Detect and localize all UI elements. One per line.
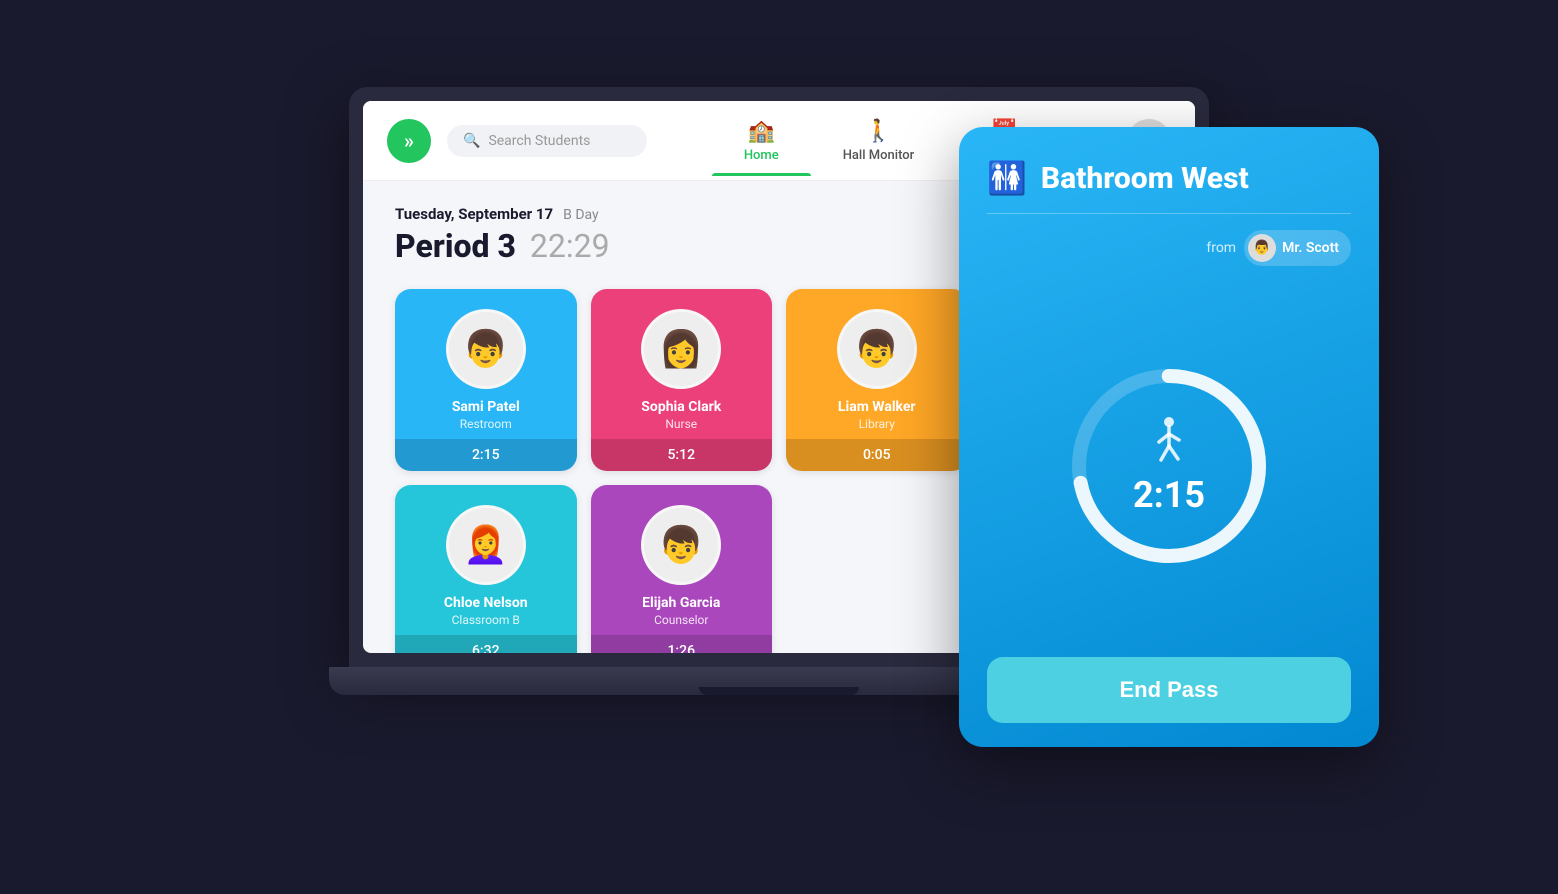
student-timer-elijah: 1:26 xyxy=(591,635,773,653)
pass-from-label: from xyxy=(1206,240,1236,256)
student-avatar-sami: 👦 xyxy=(446,309,526,389)
hall-monitor-tab-label: Hall Monitor xyxy=(843,148,915,163)
hall-monitor-tab-icon: 🚶 xyxy=(865,119,892,144)
timer-circle-container: 2:15 xyxy=(987,290,1351,641)
student-card-elijah[interactable]: 👦 Elijah Garcia Counselor 1:26 xyxy=(591,485,773,653)
student-location-chloe: Classroom B xyxy=(452,613,520,627)
date-label: Tuesday, September 17 xyxy=(395,205,553,223)
day-badge: B Day xyxy=(563,207,599,223)
student-avatar-chloe: 👩‍🦰 xyxy=(446,505,526,585)
scene: » 🔍 Search Students 🏫 Home xyxy=(179,47,1379,847)
bathroom-icon: 🚻 xyxy=(987,159,1027,197)
student-card-chloe[interactable]: 👩‍🦰 Chloe Nelson Classroom B 6:32 xyxy=(395,485,577,653)
pass-title: Bathroom West xyxy=(1041,161,1249,196)
pass-teacher-avatar: 👨 xyxy=(1248,234,1276,262)
student-avatar-liam: 👦 xyxy=(837,309,917,389)
walker-icon xyxy=(1149,416,1189,466)
search-placeholder-text: Search Students xyxy=(488,133,590,149)
pass-panel: 🚻 Bathroom West from 👨 Mr. Scott xyxy=(959,127,1379,747)
student-location-elijah: Counselor xyxy=(654,613,708,627)
student-location-liam: Library xyxy=(859,417,895,431)
period-label: Period 3 xyxy=(395,227,516,265)
student-name-chloe: Chloe Nelson xyxy=(436,595,536,611)
search-bar[interactable]: 🔍 Search Students xyxy=(447,125,647,157)
end-pass-button[interactable]: End Pass xyxy=(987,657,1351,723)
student-card-sami[interactable]: 👦 Sami Patel Restroom 2:15 xyxy=(395,289,577,471)
period-timer: 22:29 xyxy=(530,227,610,265)
student-card-liam[interactable]: 👦 Liam Walker Library 0:05 xyxy=(786,289,968,471)
search-icon: 🔍 xyxy=(463,133,480,149)
logo-icon: » xyxy=(404,129,414,153)
student-name-elijah: Elijah Garcia xyxy=(634,595,728,611)
student-avatar-sophia: 👩 xyxy=(641,309,721,389)
student-name-liam: Liam Walker xyxy=(830,399,924,415)
student-location-sami: Restroom xyxy=(460,417,512,431)
student-timer-chloe: 6:32 xyxy=(395,635,577,653)
timer-inner: 2:15 xyxy=(1133,416,1205,516)
tab-home[interactable]: 🏫 Home xyxy=(712,107,811,175)
student-timer-sami: 2:15 xyxy=(395,439,577,471)
pass-teacher-badge: 👨 Mr. Scott xyxy=(1244,230,1351,266)
pass-divider xyxy=(987,213,1351,214)
student-timer-liam: 0:05 xyxy=(786,439,968,471)
student-card-sophia[interactable]: 👩 Sophia Clark Nurse 5:12 xyxy=(591,289,773,471)
student-name-sami: Sami Patel xyxy=(444,399,528,415)
home-tab-icon: 🏫 xyxy=(748,119,775,144)
tab-hall-monitor[interactable]: 🚶 Hall Monitor xyxy=(811,107,947,175)
pass-timer-value: 2:15 xyxy=(1133,474,1205,516)
student-name-sophia: Sophia Clark xyxy=(633,399,729,415)
student-location-sophia: Nurse xyxy=(665,417,697,431)
pass-teacher-name: Mr. Scott xyxy=(1282,240,1339,256)
pass-from-row: from 👨 Mr. Scott xyxy=(987,230,1351,266)
student-timer-sophia: 5:12 xyxy=(591,439,773,471)
pass-header: 🚻 Bathroom West xyxy=(987,159,1351,197)
nav-logo[interactable]: » xyxy=(387,119,431,163)
student-avatar-elijah: 👦 xyxy=(641,505,721,585)
home-tab-label: Home xyxy=(744,148,779,163)
